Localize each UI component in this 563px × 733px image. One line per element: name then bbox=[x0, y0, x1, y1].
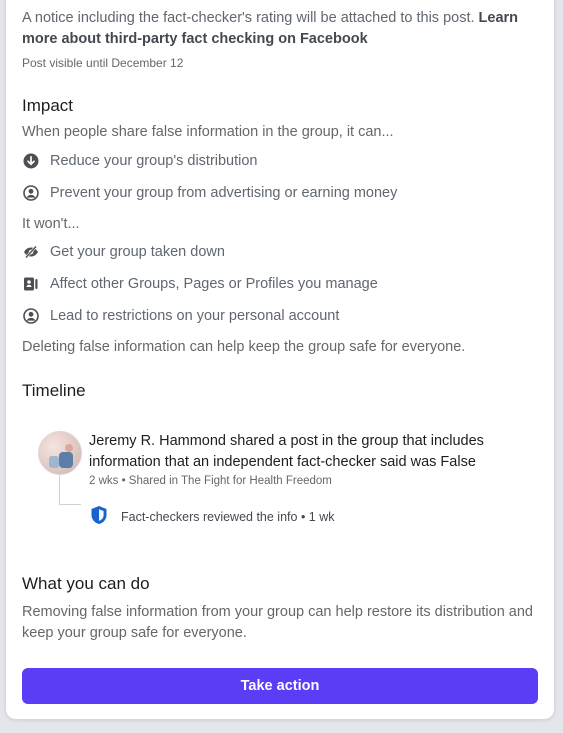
notice-text: A notice including the fact-checker's ra… bbox=[22, 8, 542, 50]
impact-wont-label: Affect other Groups, Pages or Profiles y… bbox=[50, 276, 378, 292]
timeline-event-title: Jeremy R. Hammond shared a post in the g… bbox=[89, 433, 484, 470]
impact-can-label: Reduce your group's distribution bbox=[50, 153, 258, 169]
pages-icon bbox=[22, 275, 40, 293]
impact-wont-label: Get your group taken down bbox=[50, 244, 225, 260]
timeline-review-text: Fact-checkers reviewed the info • 1 wk bbox=[121, 510, 335, 524]
what-you-can-do-heading: What you can do bbox=[22, 574, 150, 593]
user-circle-icon bbox=[22, 184, 40, 202]
timeline-event-meta: 2 wks • Shared in The Fight for Health F… bbox=[89, 475, 332, 487]
timeline-heading: Timeline bbox=[22, 381, 86, 400]
impact-footer: Deleting false information can help keep… bbox=[22, 339, 466, 355]
arrow-down-circle-icon bbox=[22, 152, 40, 170]
fact-check-dialog: A notice including the fact-checker's ra… bbox=[6, 0, 554, 719]
eye-off-icon bbox=[22, 243, 40, 261]
notice-body: A notice including the fact-checker's ra… bbox=[22, 10, 479, 26]
take-action-button[interactable]: Take action bbox=[22, 668, 538, 704]
impact-intro: When people share false information in t… bbox=[22, 124, 394, 140]
impact-can-label: Prevent your group from advertising or e… bbox=[50, 185, 398, 201]
timeline-connector bbox=[59, 474, 60, 504]
impact-wont-intro: It won't... bbox=[22, 216, 80, 232]
impact-wont-item: Affect other Groups, Pages or Profiles y… bbox=[22, 275, 378, 293]
avatar[interactable] bbox=[38, 431, 82, 475]
impact-can-item: Prevent your group from advertising or e… bbox=[22, 184, 397, 202]
user-circle-icon bbox=[22, 307, 40, 325]
impact-heading: Impact bbox=[22, 96, 74, 115]
impact-wont-label: Lead to restrictions on your personal ac… bbox=[50, 308, 340, 324]
what-you-can-do-text: Removing false information from your gro… bbox=[22, 604, 533, 641]
visibility-note: Post visible until December 12 bbox=[22, 56, 184, 70]
shield-icon bbox=[90, 505, 108, 525]
impact-wont-item: Lead to restrictions on your personal ac… bbox=[22, 307, 339, 325]
impact-wont-item: Get your group taken down bbox=[22, 243, 225, 261]
impact-can-item: Reduce your group's distribution bbox=[22, 152, 258, 170]
timeline-connector bbox=[59, 504, 81, 505]
